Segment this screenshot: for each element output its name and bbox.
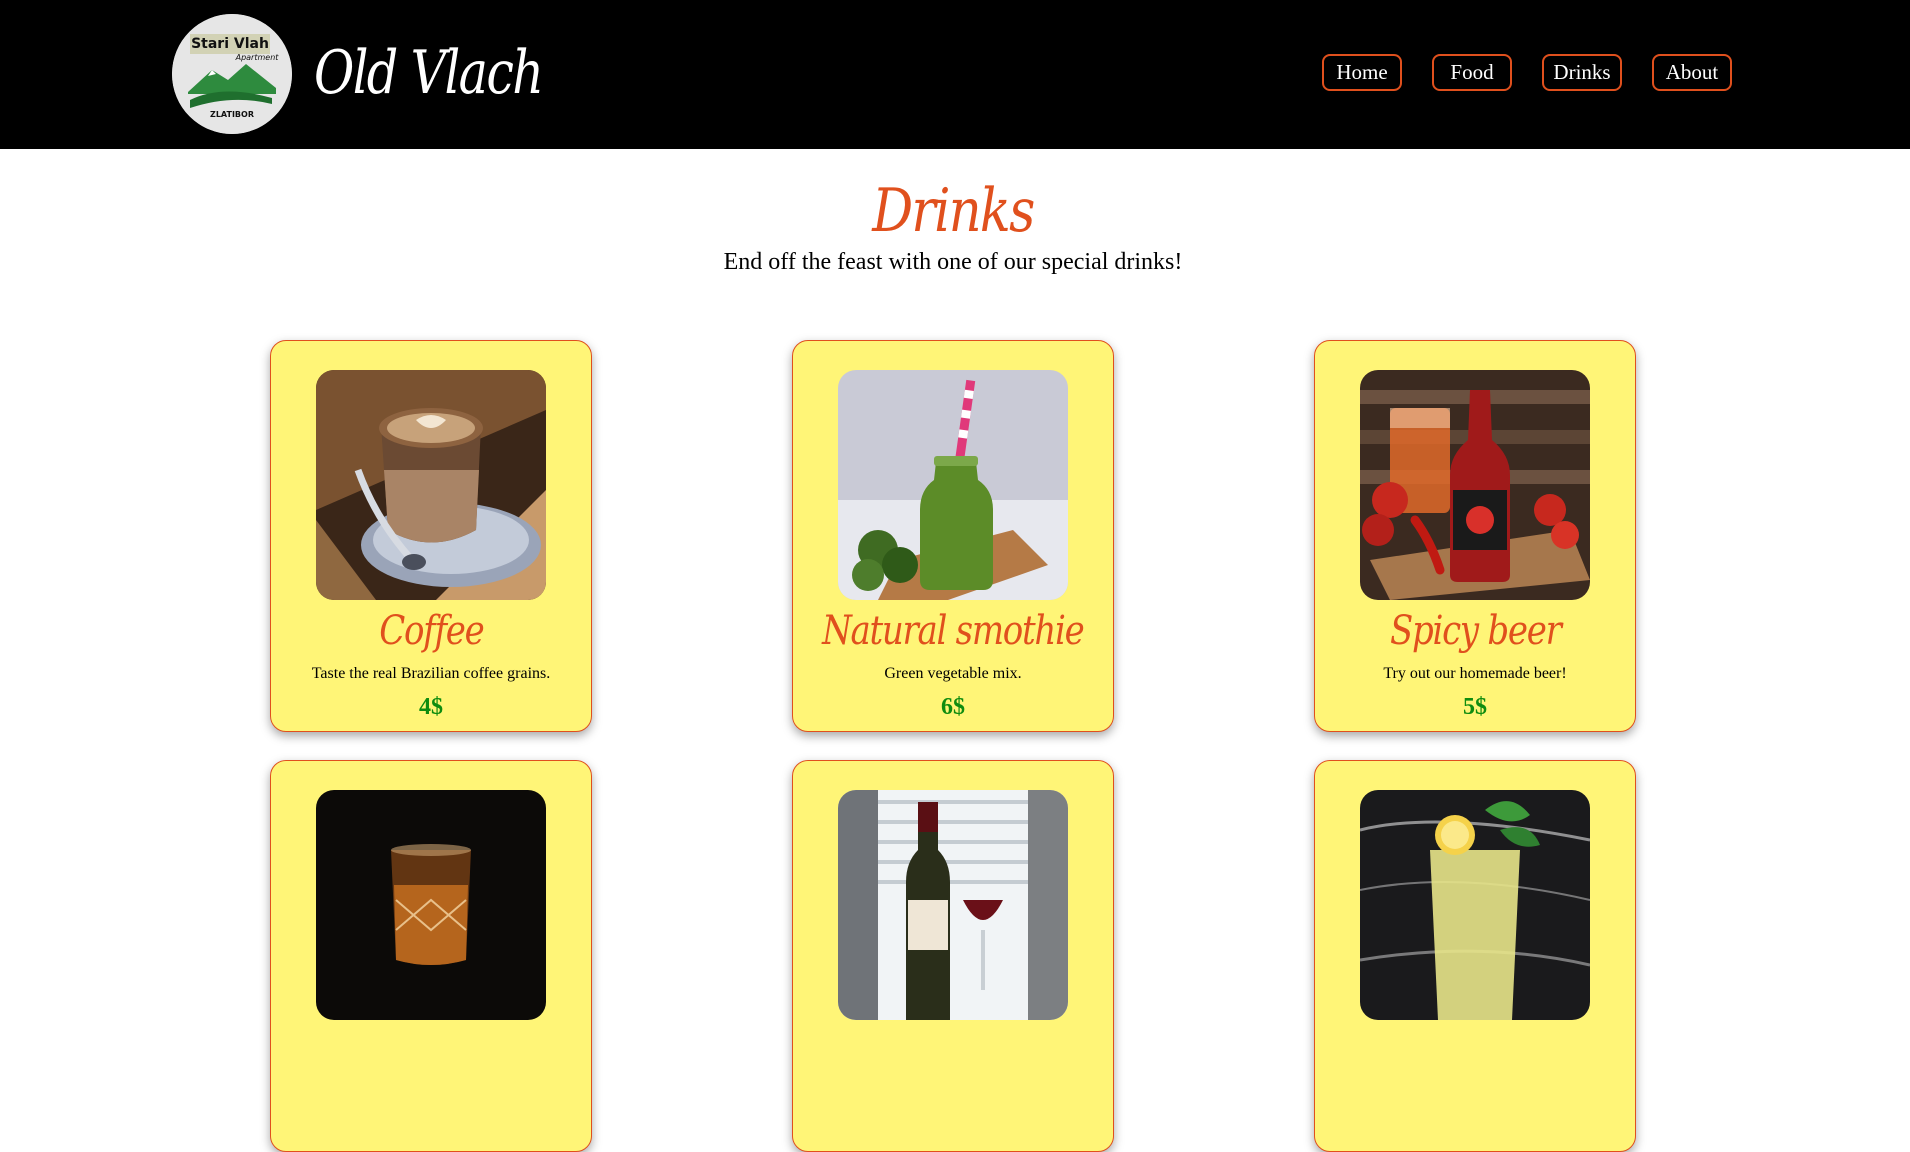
page-subtitle: End off the feast with one of our specia… <box>723 249 1183 275</box>
card-title <box>793 1023 1113 1079</box>
card-title: Natural smothie <box>793 603 1113 659</box>
nav-food-button[interactable]: Food <box>1432 54 1512 91</box>
card-title: Coffee <box>271 603 591 659</box>
card-title <box>1315 1023 1635 1079</box>
card-title-text: Coffee <box>378 608 485 654</box>
svg-text:Stari Vlah: Stari Vlah <box>191 36 269 52</box>
page-title-text: Drinks <box>872 176 1035 246</box>
drink-card-spicy-beer[interactable]: Spicy beer Try out our homemade beer! 5$ <box>1314 340 1636 732</box>
drink-card-lemonade[interactable] <box>1314 760 1636 1152</box>
spicy-beer-photo <box>1360 370 1590 600</box>
logo-emblem-icon: Stari Vlah Apartment ZLATIBOR <box>172 14 292 134</box>
drink-card-smoothie[interactable]: Natural smothie Green vegetable mix. 6$ <box>792 340 1114 732</box>
whiskey-glass-photo <box>316 790 546 1020</box>
card-price: 6$ <box>941 694 965 720</box>
page-title: Drinks <box>0 168 1906 254</box>
drink-card-whiskey[interactable] <box>270 760 592 1152</box>
site-header: Stari Vlah Apartment ZLATIBOR Old Vlach … <box>0 0 1910 149</box>
site-name[interactable]: Old Vlach <box>314 28 544 118</box>
nav-home-button[interactable]: Home <box>1322 54 1402 91</box>
nav-drinks-button[interactable]: Drinks <box>1542 54 1622 91</box>
card-description: Taste the real Brazilian coffee grains. <box>311 665 551 682</box>
card-title: Spicy beer <box>1315 603 1635 659</box>
svg-text:ZLATIBOR: ZLATIBOR <box>210 110 254 119</box>
coffee-photo <box>316 370 546 600</box>
nav-about-button[interactable]: About <box>1652 54 1732 91</box>
site-logo[interactable]: Stari Vlah Apartment ZLATIBOR <box>172 14 292 134</box>
card-description: Green vegetable mix. <box>884 665 1022 682</box>
card-title-text: Natural smothie <box>822 608 1085 654</box>
card-title-text: Spicy beer <box>1389 608 1562 654</box>
card-price: 5$ <box>1463 694 1487 720</box>
card-title <box>271 1023 591 1079</box>
svg-text:Apartment: Apartment <box>235 53 280 62</box>
drink-card-coffee[interactable]: Coffee Taste the real Brazilian coffee g… <box>270 340 592 732</box>
green-smoothie-photo <box>838 370 1068 600</box>
lemonade-photo <box>1360 790 1590 1020</box>
drink-card-wine[interactable] <box>792 760 1114 1152</box>
card-price: 4$ <box>419 694 443 720</box>
wine-bottle-photo <box>838 790 1068 1020</box>
card-description: Try out our homemade beer! <box>1383 665 1567 682</box>
